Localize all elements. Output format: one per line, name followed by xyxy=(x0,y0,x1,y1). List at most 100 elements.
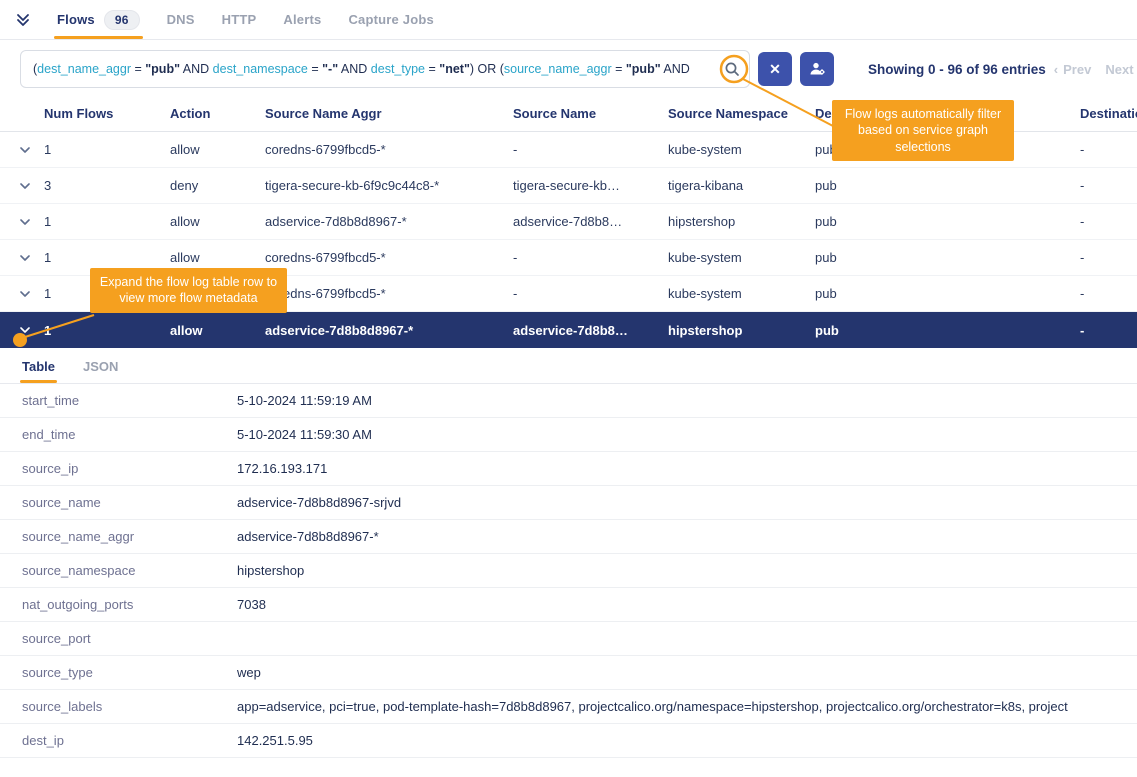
detail-row: source_type wep xyxy=(0,656,1137,690)
query-token: "net" xyxy=(439,62,470,76)
tab-http[interactable]: HTTP xyxy=(222,0,257,39)
query-token: "-" xyxy=(322,62,338,76)
detail-value: 5-10-2024 11:59:30 AM xyxy=(237,427,1137,442)
cell-dest-name-aggr: pub xyxy=(815,214,1080,229)
cell-num-flows: 1 xyxy=(44,142,170,157)
detail-row: source_labels app=adservice, pci=true, p… xyxy=(0,690,1137,724)
cell-source-name: adservice-7d8b8… xyxy=(513,323,668,338)
tab-capture-jobs-label: Capture Jobs xyxy=(348,12,433,27)
table-row[interactable]: 3 deny tigera-secure-kb-6f9c9c44c8-* tig… xyxy=(0,168,1137,204)
tab-alerts-label: Alerts xyxy=(283,12,321,27)
detail-value: 7038 xyxy=(237,597,1137,612)
cell-action: allow xyxy=(170,214,265,229)
tab-http-label: HTTP xyxy=(222,12,257,27)
query-token: = xyxy=(425,62,439,76)
detail-row: dest_ip 142.251.5.95 xyxy=(0,724,1137,758)
tab-dns[interactable]: DNS xyxy=(167,0,195,39)
collapse-chevrons-icon[interactable] xyxy=(16,13,30,27)
expand-chevron-icon[interactable] xyxy=(20,255,44,261)
detail-key: source_labels xyxy=(22,699,237,714)
cell-source-name: tigera-secure-kb… xyxy=(513,178,668,193)
detail-key: source_type xyxy=(22,665,237,680)
cell-source-namespace: hipstershop xyxy=(668,214,815,229)
detail-key: source_name_aggr xyxy=(22,529,237,544)
cell-action: allow xyxy=(170,250,265,265)
chevron-left-icon: ‹ xyxy=(1054,62,1058,77)
search-icon[interactable] xyxy=(724,61,740,77)
detail-value: wep xyxy=(237,665,1137,680)
detail-value: 5-10-2024 11:59:19 AM xyxy=(237,393,1137,408)
expand-chevron-icon[interactable] xyxy=(20,147,44,153)
query-token: AND xyxy=(180,62,213,76)
flow-detail-panel: Table JSON start_time 5-10-2024 11:59:19… xyxy=(0,348,1137,758)
detail-row: source_namespace hipstershop xyxy=(0,554,1137,588)
cell-destination-name: - xyxy=(1080,286,1137,301)
cell-source-name: - xyxy=(513,286,668,301)
expand-chevron-icon[interactable] xyxy=(20,327,44,333)
showing-entries-text: Showing 0 - 96 of 96 entries xyxy=(868,62,1046,77)
next-label: Next xyxy=(1105,62,1133,77)
close-icon: ✕ xyxy=(769,61,781,78)
detail-value: hipstershop xyxy=(237,563,1137,578)
detail-key: source_namespace xyxy=(22,563,237,578)
detail-row: nat_outgoing_ports 7038 xyxy=(0,588,1137,622)
table-row-selected[interactable]: 1 allow adservice-7d8b8d8967-* adservice… xyxy=(0,312,1137,348)
cell-action: deny xyxy=(170,178,265,193)
flow-filter-input[interactable]: (dest_name_aggr = "pub" AND dest_namespa… xyxy=(20,50,750,88)
detail-value: 142.251.5.95 xyxy=(237,733,1137,748)
query-token: AND xyxy=(661,62,690,76)
detail-tab-json[interactable]: JSON xyxy=(83,359,118,383)
query-token: source_name_aggr xyxy=(504,62,612,76)
detail-row: source_ip 172.16.193.171 xyxy=(0,452,1137,486)
callout-expand-hint: Expand the flow log table row to view mo… xyxy=(90,268,287,313)
cell-destination-name: - xyxy=(1080,178,1137,193)
detail-row: source_name adservice-7d8b8d8967-srjvd xyxy=(0,486,1137,520)
clear-filter-button[interactable]: ✕ xyxy=(758,52,792,86)
pagination-prev[interactable]: ‹ Prev xyxy=(1054,62,1092,77)
query-token: dest_name_aggr xyxy=(37,62,131,76)
detail-key: start_time xyxy=(22,393,237,408)
filter-settings-button[interactable] xyxy=(800,52,834,86)
flows-count-badge: 96 xyxy=(104,10,140,30)
cell-source-name-aggr: adservice-7d8b8d8967-* xyxy=(265,323,513,338)
cell-source-namespace: kube-system xyxy=(668,142,815,157)
detail-tab-json-label: JSON xyxy=(83,359,118,374)
detail-tab-table-label: Table xyxy=(22,359,55,374)
callout-filter-hint: Flow logs automatically filter based on … xyxy=(832,100,1014,161)
cell-source-namespace: tigera-kibana xyxy=(668,178,815,193)
cell-dest-name-aggr: pub xyxy=(815,178,1080,193)
cell-source-namespace: kube-system xyxy=(668,286,815,301)
detail-row: end_time 5-10-2024 11:59:30 AM xyxy=(0,418,1137,452)
query-token: AND xyxy=(338,62,371,76)
expand-chevron-icon[interactable] xyxy=(20,291,44,297)
query-token: = xyxy=(612,62,626,76)
tab-flows[interactable]: Flows 96 xyxy=(57,0,140,39)
cell-dest-name-aggr: pub xyxy=(815,286,1080,301)
header-destination-name: Destination Name xyxy=(1080,106,1137,122)
cell-destination-name: - xyxy=(1080,323,1137,338)
cell-source-name: - xyxy=(513,250,668,265)
filter-toolbar: (dest_name_aggr = "pub" AND dest_namespa… xyxy=(0,40,1137,98)
header-source-name-aggr: Source Name Aggr xyxy=(265,106,513,122)
cell-num-flows: 1 xyxy=(44,214,170,229)
expand-chevron-icon[interactable] xyxy=(20,219,44,225)
cell-action: allow xyxy=(170,323,265,338)
prev-label: Prev xyxy=(1063,62,1091,77)
detail-tab-table[interactable]: Table xyxy=(22,359,55,383)
pagination-next[interactable]: Next› xyxy=(1105,62,1137,77)
cell-num-flows: 1 xyxy=(44,250,170,265)
user-gear-icon xyxy=(809,61,826,77)
cell-destination-name: - xyxy=(1080,142,1137,157)
table-row[interactable]: 1 allow adservice-7d8b8d8967-* adservice… xyxy=(0,204,1137,240)
detail-key: source_name xyxy=(22,495,237,510)
detail-row: source_port xyxy=(0,622,1137,656)
cell-destination-name: - xyxy=(1080,250,1137,265)
expand-chevron-icon[interactable] xyxy=(20,183,44,189)
header-source-namespace: Source Namespace xyxy=(668,106,815,122)
tab-capture-jobs[interactable]: Capture Jobs xyxy=(348,0,433,39)
detail-key: source_ip xyxy=(22,461,237,476)
tab-alerts[interactable]: Alerts xyxy=(283,0,321,39)
pagination: ‹ Prev Next› xyxy=(1054,62,1137,77)
query-token: "pub" xyxy=(145,62,180,76)
cell-source-namespace: hipstershop xyxy=(668,323,815,338)
